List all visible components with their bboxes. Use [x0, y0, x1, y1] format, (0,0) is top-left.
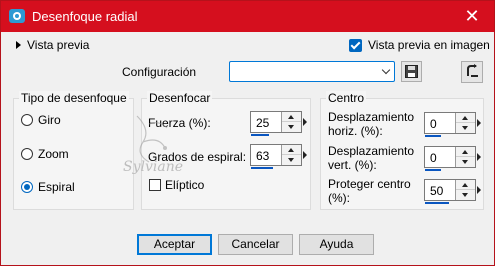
spinner-arrows — [455, 180, 475, 200]
spinner-arrows — [281, 112, 301, 132]
spin-down-icon[interactable] — [456, 190, 475, 200]
checkbox-checked-icon[interactable] — [349, 38, 362, 52]
config-label: Configuración — [122, 65, 197, 79]
protect-center-label-line2: (%): — [328, 191, 350, 205]
expand-triangle-icon — [16, 41, 21, 49]
spin-down-icon[interactable] — [282, 155, 301, 165]
spin-down-icon[interactable] — [456, 157, 475, 167]
spin-up-icon[interactable] — [456, 180, 475, 190]
radio-zoom[interactable]: Zoom — [21, 147, 69, 161]
hoff-value[interactable]: 0 — [430, 117, 437, 131]
preview-toggle-label: Vista previa — [27, 38, 90, 52]
blur-title: Desenfocar — [147, 91, 213, 105]
reset-icon — [467, 64, 478, 77]
spin-up-icon[interactable] — [282, 112, 301, 122]
help-button[interactable]: Ayuda — [299, 234, 374, 255]
spin-down-icon[interactable] — [282, 122, 301, 132]
title-bar[interactable]: Desenfoque radial ✕ — [1, 1, 494, 32]
spin-down-icon[interactable] — [456, 123, 475, 133]
voff-slider-bar[interactable] — [425, 169, 441, 171]
radio-giro-label: Giro — [38, 113, 61, 127]
strength-value[interactable]: 25 — [256, 116, 269, 130]
cancel-button[interactable]: Cancelar — [218, 234, 293, 255]
radio-zoom-label: Zoom — [38, 147, 69, 161]
chevron-down-icon[interactable] — [381, 65, 391, 75]
elliptic-checkbox[interactable]: Elíptico — [149, 178, 204, 192]
protect-center-label-line1: Proteger centro — [328, 177, 411, 191]
checkbox-icon[interactable] — [149, 179, 161, 191]
spiral-degrees-value[interactable]: 63 — [256, 149, 269, 163]
radio-espiral-label: Espiral — [38, 180, 75, 194]
slider-popup-icon[interactable] — [477, 180, 482, 200]
spin-up-icon[interactable] — [456, 147, 475, 157]
voff-spinner[interactable]: 0 — [424, 146, 481, 168]
preview-in-image-label: Vista previa en imagen — [368, 38, 490, 52]
reset-button[interactable] — [461, 61, 483, 83]
elliptic-label: Elíptico — [165, 178, 205, 192]
slider-popup-icon[interactable] — [303, 112, 308, 132]
spinner-arrows — [455, 113, 475, 133]
spiral-slider-bar[interactable] — [251, 167, 273, 169]
radio-button-icon[interactable] — [21, 114, 33, 126]
strength-slider-bar[interactable] — [251, 134, 269, 136]
center-title: Centro — [326, 91, 367, 105]
spinner-arrows — [281, 145, 301, 165]
protect-center-slider-bar[interactable] — [425, 202, 449, 204]
watermark-text: Sylviane — [123, 159, 184, 175]
dialog-window: Desenfoque radial ✕ Vista previa Vista p… — [0, 0, 495, 266]
spin-up-icon[interactable] — [282, 145, 301, 155]
window-title: Desenfoque radial — [32, 9, 138, 24]
hoff-label-line1: Desplazamiento — [328, 110, 415, 124]
preview-toggle[interactable]: Vista previa — [16, 38, 89, 52]
protect-center-spinner[interactable]: 50 — [424, 179, 481, 201]
voff-label-line2: vert. (%): — [328, 158, 377, 172]
slider-popup-icon[interactable] — [303, 145, 308, 165]
slider-popup-icon[interactable] — [477, 147, 482, 167]
spiral-degrees-spinner[interactable]: 63 — [250, 144, 307, 166]
spinner-arrows — [455, 147, 475, 167]
radio-giro[interactable]: Giro — [21, 113, 61, 127]
hoff-label-line2: horiz. (%): — [328, 124, 383, 138]
protect-center-value[interactable]: 50 — [430, 184, 443, 198]
blur-type-title: Tipo de desenfoque — [19, 91, 129, 105]
close-button[interactable]: ✕ — [462, 6, 482, 26]
radio-button-selected-icon[interactable] — [21, 181, 33, 193]
save-preset-button[interactable] — [401, 61, 422, 82]
ok-button[interactable]: Aceptar — [137, 234, 212, 255]
strength-spinner[interactable]: 25 — [250, 111, 307, 133]
app-icon — [9, 9, 25, 23]
config-dropdown[interactable] — [229, 61, 395, 82]
hoff-slider-bar[interactable] — [425, 135, 441, 137]
voff-label-line1: Desplazamiento — [328, 144, 415, 158]
spin-up-icon[interactable] — [456, 113, 475, 123]
floppy-disk-icon — [405, 65, 418, 78]
slider-popup-icon[interactable] — [477, 113, 482, 133]
preview-in-image-checkbox[interactable]: Vista previa en imagen — [349, 38, 490, 52]
voff-value[interactable]: 0 — [430, 151, 437, 165]
radio-espiral[interactable]: Espiral — [21, 180, 75, 194]
radio-button-icon[interactable] — [21, 148, 33, 160]
hoff-spinner[interactable]: 0 — [424, 112, 481, 134]
